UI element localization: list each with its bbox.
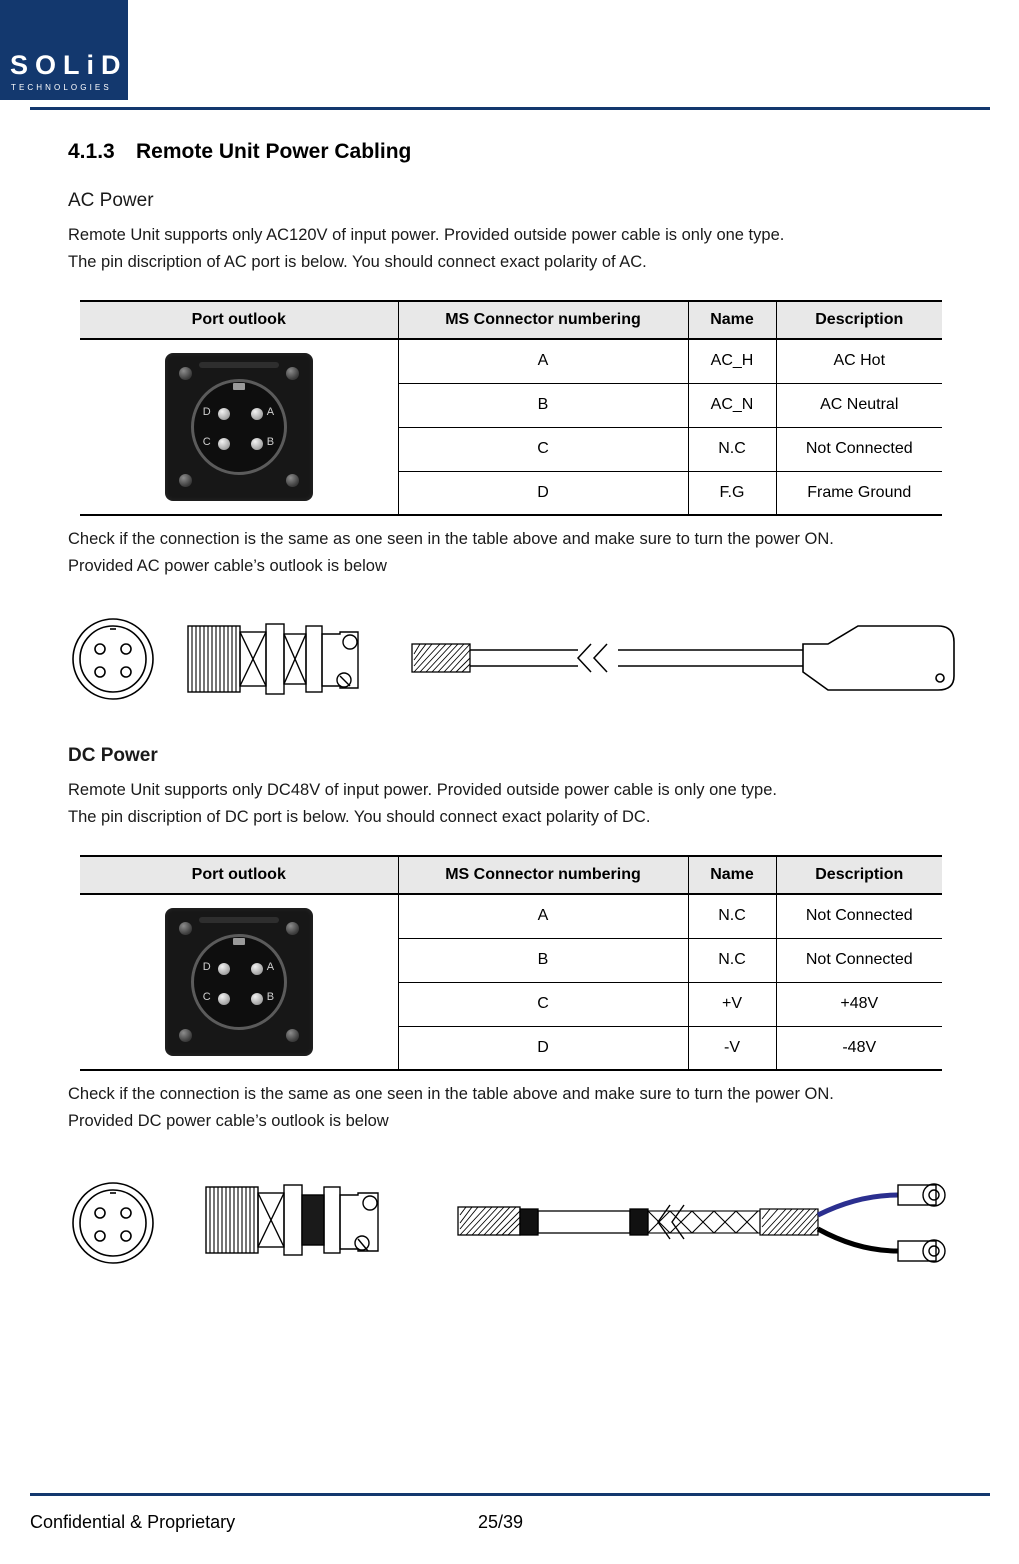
screw-icon xyxy=(178,474,192,487)
connector-pin xyxy=(250,993,263,1005)
cell-ms-number: D xyxy=(398,471,688,516)
connector-ring xyxy=(190,934,287,1030)
cell-description: +48V xyxy=(776,982,942,1027)
footer-confidentiality: Confidential & Proprietary xyxy=(30,1512,236,1532)
ac-cable-figure xyxy=(58,604,1019,719)
table-header-row: Port outlook MS Connector numbering Name… xyxy=(80,855,942,895)
pin-label-c: C xyxy=(202,991,211,1003)
cell-ms-number: C xyxy=(398,982,688,1027)
connector-keyway xyxy=(232,383,245,390)
ac-note-1: Check if the connection is the same as o… xyxy=(68,530,834,548)
column-header-port-outlook: Port outlook xyxy=(80,300,399,340)
ac-power-heading: AC Power xyxy=(68,190,154,211)
header-divider xyxy=(30,107,990,110)
connector-pin xyxy=(217,993,230,1005)
section-heading: 4.1.3 Remote Unit Power Cabling xyxy=(68,140,1019,164)
cell-name: N.C xyxy=(687,427,777,472)
cell-name: AC_H xyxy=(687,339,777,384)
cell-name: N.C xyxy=(687,938,777,983)
connector-pin xyxy=(217,408,230,420)
ac-port-outlook-cell: D A C B xyxy=(80,339,399,516)
cell-description: Not Connected xyxy=(776,938,942,983)
screw-icon xyxy=(178,922,192,935)
dc-cable-drawing xyxy=(72,1182,946,1264)
cell-name: +V xyxy=(687,982,777,1027)
pin-label-b: B xyxy=(266,436,275,448)
section-number: 4.1.3 xyxy=(68,140,115,163)
connector-highlight xyxy=(198,917,279,923)
brand-logo: SOLiD TECHNOLOGIES xyxy=(0,0,128,100)
cell-ms-number: B xyxy=(398,383,688,428)
column-header-description: Description xyxy=(776,855,942,895)
ac-paragraph-2: The pin discription of AC port is below.… xyxy=(68,253,647,271)
cell-ms-number: D xyxy=(398,1026,688,1071)
table-row: D A C B A N.C Not Connected xyxy=(80,894,942,1071)
ac-pin-table: Port outlook MS Connector numbering Name… xyxy=(80,300,942,516)
table-header-row: Port outlook MS Connector numbering Name… xyxy=(80,300,942,340)
table-row: D A C B A AC_H AC Hot xyxy=(80,339,942,516)
cell-description: -48V xyxy=(776,1026,942,1071)
column-header-ms-connector: MS Connector numbering xyxy=(398,300,688,340)
pin-label-b: B xyxy=(266,991,275,1003)
connector-ring xyxy=(190,379,287,475)
pin-label-a: A xyxy=(266,406,275,418)
cell-name: AC_N xyxy=(687,383,777,428)
section-title: Remote Unit Power Cabling xyxy=(136,140,412,163)
cell-description: Frame Ground xyxy=(776,471,942,516)
dc-paragraph-2: The pin discription of DC port is below.… xyxy=(68,808,651,826)
pin-label-c: C xyxy=(202,436,211,448)
dc-connector-photo: D A C B xyxy=(164,908,313,1056)
column-header-name: Name xyxy=(687,300,777,340)
ac-paragraph-1: Remote Unit supports only AC120V of inpu… xyxy=(68,226,785,244)
ac-cable-drawing xyxy=(72,618,955,700)
column-header-ms-connector: MS Connector numbering xyxy=(398,855,688,895)
connector-pin xyxy=(217,963,230,975)
dc-paragraph-1: Remote Unit supports only DC48V of input… xyxy=(68,781,777,799)
cell-name: -V xyxy=(687,1026,777,1071)
screw-icon xyxy=(178,367,192,380)
screw-icon xyxy=(285,367,299,380)
column-header-name: Name xyxy=(687,855,777,895)
ac-note-2: Provided AC power cable’s outlook is bel… xyxy=(68,557,387,575)
page-header: SOLiD TECHNOLOGIES xyxy=(0,0,1019,112)
brand-logo-subtext: TECHNOLOGIES xyxy=(11,83,112,92)
connector-pin xyxy=(217,438,230,450)
dc-note-1: Check if the connection is the same as o… xyxy=(68,1085,834,1103)
connector-pin xyxy=(250,438,263,450)
connector-highlight xyxy=(198,362,279,368)
pin-label-a: A xyxy=(266,961,275,973)
connector-pin xyxy=(250,408,263,420)
dc-power-heading: DC Power xyxy=(68,745,158,766)
screw-icon xyxy=(178,1029,192,1042)
screw-icon xyxy=(285,922,299,935)
connector-keyway xyxy=(232,938,245,945)
cell-ms-number: A xyxy=(398,339,688,384)
screw-icon xyxy=(285,1029,299,1042)
column-header-description: Description xyxy=(776,300,942,340)
cell-description: AC Hot xyxy=(776,339,942,384)
cell-description: AC Neutral xyxy=(776,383,942,428)
cell-description: Not Connected xyxy=(776,894,942,939)
footer-page-number: 25/39 xyxy=(478,1512,524,1532)
brand-logo-text: SOLiD xyxy=(10,50,128,80)
footer-divider xyxy=(30,1493,990,1496)
cell-ms-number: A xyxy=(398,894,688,939)
cell-ms-number: C xyxy=(398,427,688,472)
screw-icon xyxy=(285,474,299,487)
document-body: 4.1.3 Remote Unit Power Cabling AC Power … xyxy=(0,112,1019,1285)
dc-pin-table: Port outlook MS Connector numbering Name… xyxy=(80,855,942,1071)
dc-note-2: Provided DC power cable’s outlook is bel… xyxy=(68,1112,389,1130)
dc-cable-figure xyxy=(58,1165,1019,1285)
dc-port-outlook-cell: D A C B xyxy=(80,894,399,1071)
pin-label-d: D xyxy=(202,961,211,973)
ac-connector-photo: D A C B xyxy=(164,353,313,501)
cell-ms-number: B xyxy=(398,938,688,983)
connector-pin xyxy=(250,963,263,975)
cell-name: F.G xyxy=(687,471,777,516)
pin-label-d: D xyxy=(202,406,211,418)
cell-name: N.C xyxy=(687,894,777,939)
column-header-port-outlook: Port outlook xyxy=(80,855,399,895)
cell-description: Not Connected xyxy=(776,427,942,472)
